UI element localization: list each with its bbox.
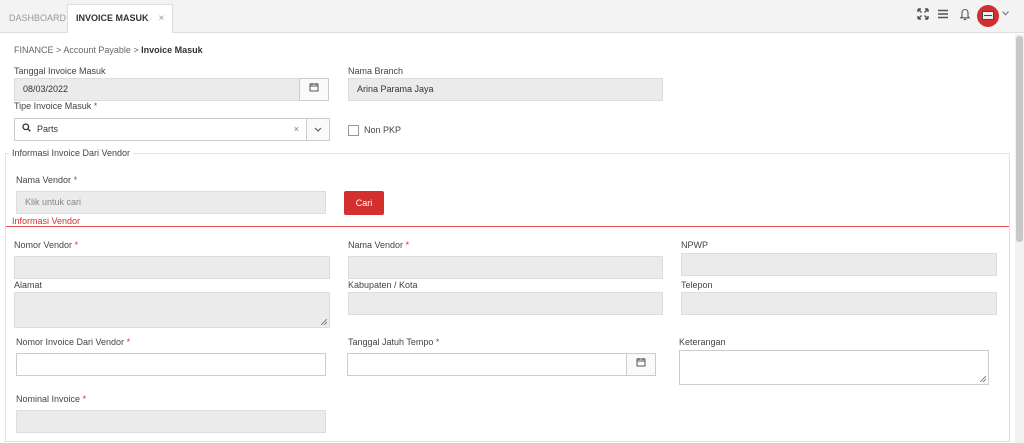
- informasi-vendor-divider: [6, 226, 1009, 227]
- required-mark: *: [73, 175, 78, 185]
- required-mark: *: [74, 240, 79, 250]
- tanggal-jatuh-tempo-label: Tanggal Jatuh Tempo *: [348, 337, 439, 347]
- section-divider: [5, 153, 1010, 154]
- alamat-label: Alamat: [14, 280, 43, 290]
- nomor-vendor-label: Nomor Vendor *: [14, 240, 78, 250]
- tanggal-jatuh-tempo-input[interactable]: [347, 353, 627, 376]
- breadcrumb-account-payable[interactable]: Account Payable: [63, 45, 131, 55]
- required-mark: *: [93, 101, 98, 111]
- npwp-field: [681, 253, 997, 276]
- tanggal-jatuh-tempo-label-text: Tanggal Jatuh Tempo: [348, 337, 434, 347]
- required-mark: *: [435, 337, 440, 347]
- alamat-field: [14, 292, 330, 328]
- tanggal-invoice-label: Tanggal Invoice Masuk: [14, 66, 106, 76]
- chevron-down-icon[interactable]: [1002, 9, 1009, 18]
- nama-vendor-info-label-text: Nama Vendor: [348, 240, 404, 250]
- kabupaten-kota-label: Kabupaten / Kota: [348, 280, 418, 290]
- tipe-invoice-label: Tipe Invoice Masuk *: [14, 101, 97, 111]
- telepon-label: Telepon: [681, 280, 713, 290]
- nama-vendor-info-label: Nama Vendor *: [348, 240, 409, 250]
- nama-branch-label: Nama Branch: [348, 66, 404, 76]
- nominal-invoice-label-text: Nominal Invoice: [16, 394, 81, 404]
- nominal-invoice-field: [16, 410, 326, 433]
- nomor-invoice-vendor-label-text: Nomor Invoice Dari Vendor: [16, 337, 125, 347]
- close-icon[interactable]: ×: [159, 13, 165, 24]
- informasi-vendor-title: Informasi Vendor: [12, 216, 81, 226]
- nominal-invoice-label: Nominal Invoice *: [16, 394, 86, 404]
- tanggal-invoice-field[interactable]: 08/03/2022: [14, 78, 300, 101]
- breadcrumb-separator: >: [133, 45, 139, 55]
- calendar-icon[interactable]: [626, 353, 656, 376]
- tab-dashboard[interactable]: DASHBOARD: [0, 4, 75, 33]
- breadcrumb-finance[interactable]: FINANCE: [14, 45, 54, 55]
- search-icon: [22, 119, 31, 140]
- breadcrumb-current: Invoice Masuk: [141, 45, 203, 55]
- expand-icon[interactable]: [915, 8, 931, 24]
- kabupaten-kota-field: [348, 292, 663, 315]
- breadcrumb: FINANCE > Account Payable > Invoice Masu…: [14, 45, 203, 55]
- nomor-vendor-field: [14, 256, 330, 279]
- menu-icon[interactable]: [935, 8, 951, 24]
- nomor-invoice-vendor-label: Nomor Invoice Dari Vendor *: [16, 337, 130, 347]
- required-mark: *: [126, 337, 131, 347]
- nama-branch-field: Arina Parama Jaya: [348, 78, 663, 101]
- cari-button[interactable]: Cari: [344, 191, 384, 215]
- nama-vendor-label-text: Nama Vendor: [16, 175, 72, 185]
- vendor-section-legend: Informasi Invoice Dari Vendor: [9, 148, 134, 158]
- telepon-field: [681, 292, 997, 315]
- nama-vendor-field[interactable]: Klik untuk cari: [16, 191, 326, 214]
- scrollbar-thumb[interactable]: [1016, 36, 1023, 242]
- chevron-down-icon: [314, 124, 322, 135]
- keterangan-label: Keterangan: [679, 337, 726, 347]
- tab-invoice-masuk-label: INVOICE MASUK: [76, 13, 149, 23]
- npwp-label: NPWP: [681, 240, 708, 250]
- tab-dashboard-label: DASHBOARD: [9, 13, 67, 23]
- nomor-vendor-label-text: Nomor Vendor: [14, 240, 73, 250]
- required-mark: *: [405, 240, 410, 250]
- nama-vendor-info-field: [348, 256, 663, 279]
- tipe-invoice-label-text: Tipe Invoice Masuk: [14, 101, 92, 111]
- top-bar: DASHBOARD INVOICE MASUK ×: [0, 0, 1024, 33]
- resize-handle: [321, 319, 327, 325]
- nama-vendor-label: Nama Vendor *: [16, 175, 77, 185]
- bell-icon[interactable]: [957, 8, 973, 24]
- tipe-invoice-value: Parts: [37, 124, 59, 134]
- tipe-invoice-select[interactable]: Parts ×: [14, 118, 307, 141]
- non-pkp-label: Non PKP: [364, 125, 402, 135]
- avatar-image: [982, 11, 994, 20]
- calendar-icon[interactable]: [299, 78, 329, 101]
- clear-icon[interactable]: ×: [294, 119, 299, 140]
- page-scrollbar[interactable]: [1015, 34, 1024, 443]
- required-mark: *: [82, 394, 87, 404]
- keterangan-textarea[interactable]: [679, 350, 989, 385]
- dropdown-toggle[interactable]: [306, 118, 330, 141]
- nomor-invoice-vendor-input[interactable]: [16, 353, 326, 376]
- non-pkp-checkbox[interactable]: [348, 125, 359, 136]
- resize-handle[interactable]: [980, 376, 986, 382]
- tab-invoice-masuk[interactable]: INVOICE MASUK ×: [67, 4, 174, 33]
- avatar[interactable]: [977, 5, 999, 27]
- breadcrumb-separator: >: [56, 45, 62, 55]
